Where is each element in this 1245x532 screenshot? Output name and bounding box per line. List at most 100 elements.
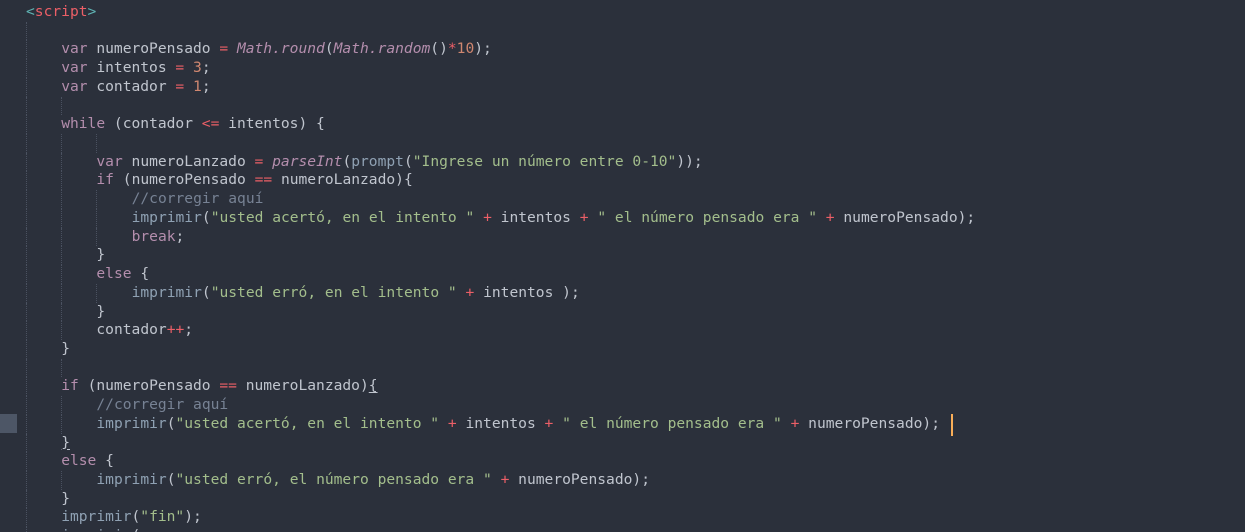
code-line[interactable]: imprimir("usted acertó, en el intento " … bbox=[0, 414, 1245, 434]
code-line[interactable]: } bbox=[0, 246, 1245, 266]
code-line[interactable]: imprimir("fin"); bbox=[0, 508, 1245, 528]
code-token: <= bbox=[201, 115, 220, 133]
code-token: numeroLanzado bbox=[122, 152, 255, 170]
code-line-content: imprimir("usted erró, en el intento " + … bbox=[26, 284, 580, 301]
code-line[interactable]: contador++; bbox=[0, 321, 1245, 340]
code-token: intentos bbox=[219, 115, 299, 133]
code-line[interactable]: ​ bbox=[0, 96, 1245, 116]
code-line-content: } bbox=[26, 434, 70, 451]
indent-guide bbox=[26, 358, 28, 378]
code-token: numeroLanzado bbox=[272, 171, 396, 189]
code-line[interactable]: <script> bbox=[0, 3, 1245, 22]
code-token: + bbox=[483, 208, 492, 226]
indent-guide bbox=[26, 21, 28, 41]
code-token: + bbox=[579, 208, 589, 226]
code-line[interactable]: ​ bbox=[0, 21, 1245, 41]
code-token: ) bbox=[395, 171, 404, 189]
code-line-content: var intentos = 3; bbox=[26, 59, 210, 77]
code-token: contador bbox=[96, 321, 167, 339]
code-line-content: //corregir aquí bbox=[26, 190, 264, 208]
code-line[interactable]: //corregir aquí bbox=[0, 396, 1245, 415]
code-token: "usted acertó, en el intento " bbox=[175, 414, 440, 432]
indent-guide bbox=[26, 96, 28, 116]
code-token: imprimir bbox=[131, 283, 202, 301]
code-token: ( bbox=[131, 508, 141, 526]
code-line[interactable]: else { bbox=[0, 452, 1245, 471]
code-line[interactable]: else { bbox=[0, 265, 1245, 284]
code-token: { bbox=[368, 377, 378, 395]
code-line-content: } bbox=[26, 490, 70, 507]
code-line-content: else { bbox=[26, 265, 149, 282]
code-token: var bbox=[61, 59, 88, 77]
code-line[interactable]: imprimir("usted erró, el número pensado … bbox=[0, 470, 1245, 490]
code-token: ; bbox=[184, 321, 194, 339]
code-token: numeroPensado bbox=[131, 171, 255, 189]
code-line-content: //corregir aquí bbox=[26, 396, 228, 413]
code-token: ++ bbox=[166, 321, 185, 339]
code-line[interactable]: var numeroLanzado = parseInt(prompt("Ing… bbox=[0, 152, 1245, 172]
code-line[interactable]: break; bbox=[0, 227, 1245, 247]
code-token: ; bbox=[966, 208, 976, 226]
code-token: intentos bbox=[87, 59, 176, 77]
code-token: Math bbox=[236, 40, 273, 58]
code-token: ( bbox=[131, 527, 140, 532]
code-token: ) bbox=[359, 377, 369, 395]
code-line[interactable]: } bbox=[0, 302, 1245, 322]
code-token: "fin" bbox=[140, 508, 185, 526]
code-token: if bbox=[96, 171, 114, 189]
code-token: ; bbox=[931, 414, 940, 432]
code-line-content: var numeroLanzado = parseInt(prompt("Ing… bbox=[26, 152, 702, 170]
code-token: ; bbox=[193, 508, 202, 526]
code-token: numeroPensado bbox=[834, 208, 958, 226]
code-token: 3 bbox=[193, 59, 202, 77]
code-line[interactable]: } bbox=[0, 489, 1245, 509]
code-token: var bbox=[61, 77, 88, 95]
code-token: numeroPensado bbox=[799, 414, 923, 432]
code-line[interactable]: //corregir aquí bbox=[0, 190, 1245, 209]
code-token: { bbox=[403, 171, 413, 189]
code-token: . bbox=[272, 40, 281, 58]
code-line[interactable]: imprimir("usted acertó, en el intento " … bbox=[0, 208, 1245, 228]
code-token: parseInt bbox=[272, 152, 343, 170]
code-editor[interactable]: <script>​var numeroPensado = Math.round(… bbox=[0, 0, 1245, 532]
code-line-content: } bbox=[26, 246, 105, 263]
code-token: = bbox=[175, 59, 185, 77]
code-line-content: imprimir("usted acertó, en el intento " … bbox=[26, 415, 940, 432]
code-line[interactable]: } bbox=[0, 339, 1245, 359]
code-token: "usted erró, en el intento " bbox=[210, 283, 457, 301]
code-token: " el número pensado era " bbox=[562, 414, 782, 432]
indent-guide bbox=[61, 96, 63, 116]
code-token: "Ingrese un número entre 0-10" bbox=[412, 152, 677, 170]
code-token: ( bbox=[122, 171, 132, 189]
code-line[interactable]: if (numeroPensado == numeroLanzado){ bbox=[0, 171, 1245, 191]
code-line[interactable]: while (contador <= intentos) { bbox=[0, 115, 1245, 135]
code-token: ; bbox=[483, 40, 492, 58]
code-line[interactable]: } bbox=[0, 433, 1245, 453]
code-token: } bbox=[96, 246, 106, 264]
code-token: numeroLanzado bbox=[236, 377, 360, 395]
code-line[interactable]: imprimir("usted erró, en el intento " + … bbox=[0, 283, 1245, 303]
code-token: "usted acertó, en el intento " bbox=[210, 208, 475, 226]
code-token: ) bbox=[184, 508, 194, 526]
code-line[interactable]: var contador = 1; bbox=[0, 77, 1245, 97]
code-token: intentos bbox=[456, 414, 545, 432]
code-token: + bbox=[825, 208, 835, 226]
code-token: //corregir aquí bbox=[131, 190, 264, 208]
code-line[interactable]: var intentos = 3; bbox=[0, 59, 1245, 78]
code-line[interactable]: if (numeroPensado == numeroLanzado){ bbox=[0, 377, 1245, 397]
code-token: break bbox=[131, 227, 176, 245]
code-line[interactable]: ​ bbox=[0, 358, 1245, 378]
code-token: == bbox=[254, 171, 273, 189]
indent-guide bbox=[26, 134, 28, 153]
code-line[interactable]: ​ bbox=[0, 134, 1245, 153]
code-line[interactable]: imprimir( bbox=[0, 527, 1245, 532]
code-text-area[interactable]: <script>​var numeroPensado = Math.round(… bbox=[0, 0, 1245, 532]
indent-guide bbox=[61, 358, 63, 378]
code-line[interactable]: var numeroPensado = Math.round(Math.rand… bbox=[0, 40, 1245, 60]
